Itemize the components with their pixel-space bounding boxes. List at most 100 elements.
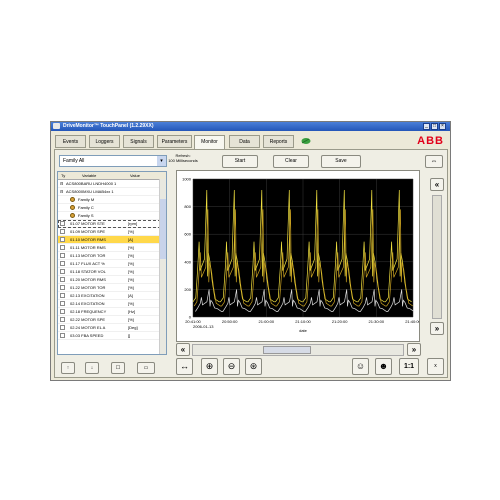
tree-family[interactable]: Family S bbox=[58, 212, 166, 220]
zoom-in-button[interactable]: ⊕ bbox=[201, 358, 218, 375]
variable-row[interactable]: 01.09 MOTOR SPE [%] bbox=[58, 228, 166, 236]
horizontal-scrollbar[interactable] bbox=[192, 344, 404, 356]
variable-name: 02.22 MOTOR SPE bbox=[70, 317, 106, 322]
start-button[interactable]: Start bbox=[222, 155, 258, 168]
tab-signals[interactable]: Signals bbox=[123, 135, 154, 148]
scroll-up-button[interactable]: « bbox=[430, 178, 444, 191]
tree-family[interactable]: Family M bbox=[58, 196, 166, 204]
variable-name: 01.17 FLUX ACT % bbox=[70, 261, 105, 266]
tree-group[interactable]: ⊟ ACS8000MXU LMAB4xx 1 bbox=[58, 188, 166, 196]
y-tick-label: 1000 bbox=[182, 177, 192, 182]
cursor-b-button[interactable]: ☻ bbox=[375, 358, 392, 375]
variable-row[interactable]: 01.22 MOTOR TOR [%] bbox=[58, 284, 166, 292]
tab-loggers[interactable]: Loggers bbox=[89, 135, 120, 148]
tab-parameters[interactable]: Parameters bbox=[157, 135, 192, 148]
expand-icon[interactable]: ⊟ bbox=[60, 188, 63, 195]
properties-icon: ▭ bbox=[143, 365, 149, 371]
variable-name: 01.10 MOTOR RMS bbox=[70, 237, 106, 242]
variable-unit: [A] bbox=[128, 293, 133, 298]
tree-group[interactable]: ⊟ ACS800BARU LNDH4000 1 bbox=[58, 180, 166, 188]
variable-name: 02.14 EXCITATION bbox=[70, 301, 105, 306]
small-button[interactable]: x bbox=[427, 358, 444, 375]
monitor-chart[interactable]: 0 200 400 600 800 1000 20:41:00 20:50:00 21:00:0… bbox=[176, 170, 420, 342]
move-up-button[interactable]: ↑ bbox=[61, 362, 75, 374]
ratio-button[interactable]: 1:1 bbox=[399, 358, 419, 375]
minimize-button[interactable]: _ bbox=[423, 123, 430, 130]
tree-family[interactable]: Family C bbox=[58, 204, 166, 212]
monitor-panel: Family All ▾ Refresh: 100 Milliseconds S… bbox=[54, 149, 448, 378]
chevron-double-right-icon: » bbox=[411, 345, 417, 354]
x-tick-label: 21:00:00 bbox=[259, 319, 275, 324]
variable-name: 02.13 EXCITATION bbox=[70, 293, 105, 298]
clear-button[interactable]: Clear bbox=[273, 155, 309, 168]
variable-unit: [%] bbox=[128, 261, 134, 266]
x-axis-label: date bbox=[299, 328, 308, 333]
tab-monitor[interactable]: Monitor bbox=[194, 135, 225, 149]
variable-row[interactable]: 01.11 MOTOR RMS [%] bbox=[58, 244, 166, 252]
variable-name: 01.09 MOTOR SPE bbox=[70, 229, 106, 234]
scroll-down-button[interactable]: » bbox=[430, 322, 444, 335]
date-label: 2006-01-13 bbox=[193, 324, 214, 329]
move-down-button[interactable]: ↓ bbox=[85, 362, 99, 374]
variable-unit: [] bbox=[128, 333, 131, 338]
variable-row[interactable]: 01.13 MOTOR TOR [%] bbox=[58, 252, 166, 260]
edit-icon: ☐ bbox=[115, 365, 121, 371]
variable-row[interactable]: 03.03 FBA SPEED [] bbox=[58, 332, 166, 340]
variable-row[interactable]: 01.20 MOTOR RMS [%] bbox=[58, 276, 166, 284]
scroll-right-button[interactable]: » bbox=[407, 343, 421, 356]
variable-name: 02.24 MOTOR EL A bbox=[70, 325, 106, 330]
variable-tree: Ty Variable Value ⊟ ACS800BARU LNDH4000 1… bbox=[57, 171, 167, 355]
zoom-out-button[interactable]: ⊖ bbox=[223, 358, 240, 375]
link-button[interactable]: ⇔ bbox=[425, 155, 443, 168]
properties-button[interactable]: ▭ bbox=[137, 362, 155, 374]
variable-row[interactable]: 01.18 STATOR VOL [%] bbox=[58, 268, 166, 276]
variable-name: 01.07 MOTOR STE bbox=[70, 221, 105, 226]
close-button[interactable]: × bbox=[439, 123, 446, 130]
signal-file-icon bbox=[60, 333, 65, 338]
variable-row[interactable]: 02.13 EXCITATION [A] bbox=[58, 292, 166, 300]
cursor-a-button[interactable]: ☺ bbox=[352, 358, 369, 375]
tab-events[interactable]: Events bbox=[55, 135, 86, 148]
variable-row[interactable]: 02.18 FREQUENCY [Hz] bbox=[58, 308, 166, 316]
variable-unit: [%] bbox=[128, 277, 134, 282]
y-tick-label: 200 bbox=[184, 287, 191, 292]
variable-row[interactable]: 01.17 FLUX ACT % [%] bbox=[58, 260, 166, 268]
variable-unit: [Hz] bbox=[128, 309, 136, 314]
zoom-area-button[interactable]: ⊛ bbox=[245, 358, 262, 375]
tab-reports[interactable]: Reports bbox=[263, 135, 294, 148]
scrollbar-thumb[interactable] bbox=[160, 199, 166, 259]
vertical-chart-scrollbar[interactable] bbox=[432, 195, 442, 319]
edit-button[interactable]: ☐ bbox=[111, 362, 125, 374]
app-window: DriveMonitor™ TouchPanel (1.2.29XX) _ □ … bbox=[50, 121, 451, 381]
variable-row[interactable]: 02.24 MOTOR EL A [Deg] bbox=[58, 324, 166, 332]
save-button[interactable]: Save bbox=[321, 155, 361, 168]
signal-file-icon bbox=[60, 285, 65, 290]
fit-horizontal-icon: ↔ bbox=[180, 361, 189, 371]
variable-name: 01.18 STATOR VOL bbox=[70, 269, 106, 274]
x-tick-label: 21:40:00 bbox=[405, 319, 419, 324]
scroll-left-button[interactable]: « bbox=[176, 343, 190, 356]
tab-data[interactable]: Data bbox=[229, 135, 260, 148]
variable-row[interactable]: 02.14 EXCITATION [%] bbox=[58, 300, 166, 308]
signal-file-icon bbox=[60, 237, 65, 242]
family-select[interactable]: Family All ▾ bbox=[59, 155, 167, 167]
expand-icon[interactable]: ⊟ bbox=[60, 180, 63, 187]
tree-family-label: Family C bbox=[78, 205, 94, 210]
x-tick-label: 20:50:00 bbox=[222, 319, 238, 324]
fit-horizontal-button[interactable]: ↔ bbox=[176, 358, 193, 375]
signal-file-icon bbox=[60, 261, 65, 266]
variable-row[interactable]: 01.10 MOTOR RMS [A] bbox=[58, 236, 166, 244]
variable-row[interactable]: 02.22 MOTOR SPE [%] bbox=[58, 316, 166, 324]
family-icon bbox=[70, 197, 75, 202]
zoom-area-icon: ⊛ bbox=[249, 361, 258, 371]
signal-file-icon bbox=[60, 245, 65, 250]
maximize-button[interactable]: □ bbox=[431, 123, 438, 130]
scrollbar-thumb[interactable] bbox=[263, 346, 311, 354]
variable-unit: [A] bbox=[128, 237, 133, 242]
variable-row[interactable]: 01.07 MOTOR STE [rpm] bbox=[58, 220, 166, 228]
signal-file-icon bbox=[60, 325, 65, 330]
tree-scrollbar[interactable] bbox=[159, 179, 166, 354]
signal-file-icon bbox=[60, 221, 65, 226]
refresh-rate[interactable]: Refresh: 100 Milliseconds bbox=[167, 153, 199, 163]
variable-unit: [%] bbox=[128, 285, 134, 290]
